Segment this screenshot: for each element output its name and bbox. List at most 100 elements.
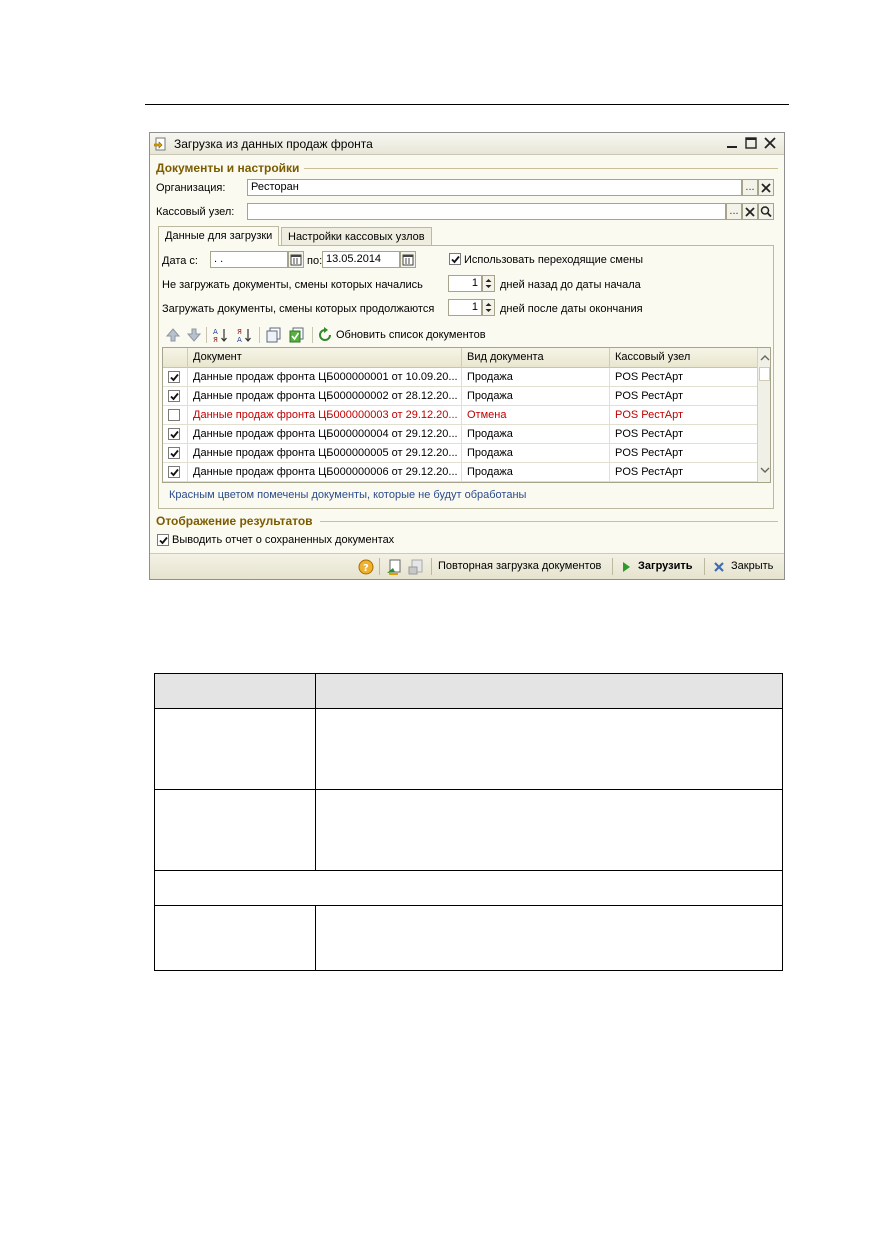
doc-table-header-cell [154,673,316,709]
cell-document: Данные продаж фронта ЦБ000000005 от 29.1… [187,444,461,463]
toolbar-separator [379,558,380,575]
reload-button[interactable]: Повторная загрузка документов [438,560,601,572]
close-x-icon[interactable] [712,560,726,574]
doc-table-cell [315,708,783,790]
sort-ascending-icon[interactable]: AЯ [212,327,228,343]
checkmark-icon [170,430,179,439]
checkmark-icon [159,536,168,545]
legend-note: Красным цветом помечены документы, котор… [169,489,527,501]
org-field[interactable]: Ресторан [247,179,742,196]
scroll-down-icon[interactable] [758,462,771,478]
svg-text:A: A [213,328,218,336]
cash-node-select-button[interactable]: ... [726,203,742,220]
org-clear-button[interactable] [758,179,774,196]
row-checkbox[interactable] [168,371,180,383]
documents-table: Документ Вид документа Кассовый узел Дан… [162,347,771,483]
cash-node-search-button[interactable] [758,203,774,220]
row-checkbox[interactable] [168,390,180,402]
clear-icon [745,207,755,217]
row-check-cell [163,406,187,425]
sort-descending-icon[interactable]: ЯA [236,327,252,343]
maximize-icon[interactable] [743,136,759,151]
date-from-field[interactable]: . . [210,251,288,268]
date-from-calendar-button[interactable] [288,251,304,268]
scroll-thumb[interactable] [759,367,770,381]
section-results: Отображение результатов [156,514,313,528]
refresh-button[interactable]: Обновить список документов [336,329,486,341]
check-all-icon[interactable] [289,327,305,343]
row-check-cell [163,387,187,406]
date-from-label: Дата с: [162,255,198,267]
section-docs-settings: Документы и настройки [156,161,300,175]
help-icon[interactable]: ? [358,559,374,575]
checkmark-icon [170,468,179,477]
toolbar-separator [312,327,313,343]
export-icon[interactable] [408,559,424,575]
clear-icon [761,183,771,193]
close-icon[interactable] [762,136,778,151]
title-bar[interactable]: Загрузка из данных продаж фронта [150,133,784,155]
tab-cash-node-settings[interactable]: Настройки кассовых узлов [281,227,432,246]
row-check-cell [163,463,187,482]
table-row[interactable]: Данные продаж фронта ЦБ000000004 от 29.1… [163,425,757,444]
load-window: Загрузка из данных продаж фронта Докумен… [149,132,785,580]
use-overlapping-checkbox[interactable] [449,253,461,265]
header-node[interactable]: Кассовый узел [609,348,757,368]
skip-started-suffix: дней назад до даты начала [500,279,641,291]
skip-started-input[interactable]: 1 [448,275,482,292]
move-down-icon[interactable] [186,327,202,343]
doc-table [154,673,783,971]
table-row[interactable]: Данные продаж фронта ЦБ000000002 от 28.1… [163,387,757,406]
tab-load-data[interactable]: Данные для загрузки [158,226,280,246]
table-header: Документ Вид документа Кассовый узел [163,348,757,368]
section-line [320,521,778,522]
minimize-icon[interactable] [724,136,740,151]
select-all-icon[interactable] [266,327,282,343]
report-checkbox[interactable] [157,534,169,546]
skip-started-spinner[interactable] [482,275,495,292]
import-icon[interactable] [386,559,402,575]
table-row[interactable]: Данные продаж фронта ЦБ000000005 от 29.1… [163,444,757,463]
refresh-icon[interactable] [317,327,333,343]
doc-table-cell [154,789,316,871]
doc-table-cell [154,708,316,790]
cell-kind: Продажа [461,387,609,406]
doc-table-cell [315,789,783,871]
row-checkbox[interactable] [168,428,180,440]
date-to-field[interactable]: 13.05.2014 [322,251,400,268]
scroll-up-icon[interactable] [758,350,771,366]
date-to-label: по: [307,255,323,267]
org-select-button[interactable]: ... [742,179,758,196]
load-continuing-input[interactable]: 1 [448,299,482,316]
skip-started-label: Не загружать документы, смены которых на… [162,279,423,291]
header-kind[interactable]: Вид документа [461,348,609,368]
checkmark-icon [170,449,179,458]
row-checkbox[interactable] [168,409,180,421]
move-up-icon[interactable] [165,327,181,343]
close-button[interactable]: Закрыть [731,560,773,572]
toolbar-separator [259,327,260,343]
calendar-icon [402,254,414,266]
doc-table-span-cell [154,870,783,906]
cell-kind: Отмена [461,406,609,425]
search-icon [760,206,772,218]
date-to-calendar-button[interactable] [400,251,416,268]
cell-document: Данные продаж фронта ЦБ000000004 от 29.1… [187,425,461,444]
row-check-cell [163,425,187,444]
cell-document: Данные продаж фронта ЦБ000000001 от 10.0… [187,368,461,387]
play-icon[interactable] [621,561,631,573]
cash-node-clear-button[interactable] [742,203,758,220]
vertical-scrollbar[interactable] [757,348,771,482]
table-row[interactable]: Данные продаж фронта ЦБ000000001 от 10.0… [163,368,757,387]
row-checkbox[interactable] [168,466,180,478]
row-checkbox[interactable] [168,447,180,459]
window-title: Загрузка из данных продаж фронта [174,137,373,151]
load-continuing-spinner[interactable] [482,299,495,316]
table-row[interactable]: Данные продаж фронта ЦБ000000006 от 29.1… [163,463,757,482]
table-row[interactable]: Данные продаж фронта ЦБ000000003 от 29.1… [163,406,757,425]
header-document[interactable]: Документ [187,348,461,368]
cell-document: Данные продаж фронта ЦБ000000003 от 29.1… [187,406,461,425]
cash-node-field[interactable] [247,203,726,220]
load-button[interactable]: Загрузить [638,560,693,572]
svg-text:A: A [237,336,242,343]
